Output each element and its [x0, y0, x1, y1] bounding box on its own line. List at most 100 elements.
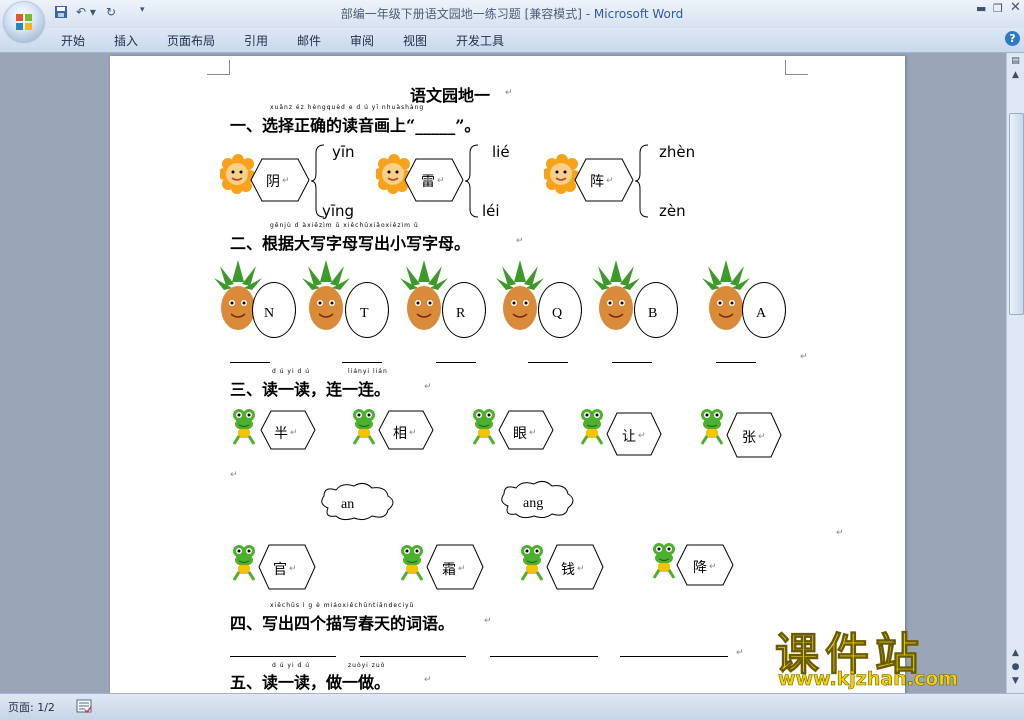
tab-home[interactable]: 开始: [61, 32, 85, 49]
next-page-icon[interactable]: ▼: [1009, 675, 1022, 687]
status-bar: 页面: 1/2: [0, 693, 1024, 719]
office-button[interactable]: [4, 2, 44, 42]
select-browse-object-icon[interactable]: ●: [1009, 661, 1022, 673]
section-5-heading: 五、读一读，做一做。: [230, 673, 391, 692]
pinyin-option: yīng: [322, 202, 355, 220]
pinyin-option: yīn: [332, 143, 355, 161]
page-indicator[interactable]: 页面: 1/2: [8, 699, 55, 715]
char-card[interactable]: 半: [274, 423, 288, 443]
frog-icon: [352, 409, 376, 445]
brace-icon: [464, 144, 479, 218]
tab-mailings[interactable]: 邮件: [297, 32, 321, 49]
restore-icon[interactable]: ❐: [993, 2, 1003, 15]
pinyin-annotation: xuǎnz éz hèngquèd e d ú yī nhuàshàng: [270, 104, 425, 111]
frog-icon: [232, 409, 256, 445]
frog-icon: [232, 545, 256, 581]
prev-page-icon[interactable]: ▲: [1009, 647, 1022, 659]
char-option: 阵: [590, 174, 604, 190]
paragraph-mark: ↵: [424, 675, 432, 685]
ruler-toggle-icon[interactable]: ▤: [1009, 55, 1022, 67]
pineapple-icon: [592, 260, 640, 330]
tab-review[interactable]: 审阅: [350, 32, 374, 49]
char-card[interactable]: 让: [622, 426, 636, 446]
pinyin-annotation: gēnjù d àxiězìm ǔ xiěchūxiǎoxiězìm ǔ: [270, 222, 419, 229]
paragraph-mark: ↵: [736, 648, 744, 658]
watermark-url: www.kjzhan.com: [778, 668, 959, 691]
pinyin-annotation: zuòyi zuò: [348, 662, 386, 669]
hexagon-frame: [250, 158, 310, 202]
tab-page-layout[interactable]: 页面布局: [167, 32, 215, 49]
help-icon[interactable]: ?: [1005, 31, 1020, 46]
uppercase-letter: Q: [552, 306, 563, 321]
answer-blank[interactable]: [342, 362, 382, 363]
ribbon-tabs: 开始 插入 页面布局 引用 邮件 审阅 视图 开发工具 ?: [0, 28, 1024, 53]
pinyin-option: léi: [482, 202, 500, 220]
scroll-thumb[interactable]: [1009, 113, 1024, 315]
paragraph-mark: ↵: [516, 236, 524, 246]
answer-blank[interactable]: [528, 362, 568, 363]
paragraph-mark: ↵: [409, 428, 417, 438]
pinyin-annotation: xiěchūs ì g è miáoxiěchūntiāndeciyǔ: [270, 602, 415, 609]
paragraph-mark: ↵: [289, 564, 297, 574]
section-4-heading: 四、写出四个描写春天的词语。: [230, 614, 455, 633]
answer-blank[interactable]: [620, 656, 728, 657]
vowel-cloud[interactable]: ang: [523, 496, 543, 512]
paragraph-mark: ↵: [458, 564, 466, 574]
answer-blank[interactable]: [490, 656, 598, 657]
char-card[interactable]: 钱: [561, 559, 575, 579]
pinyin-option: lié: [492, 143, 510, 161]
pineapple-icon: [302, 260, 350, 330]
margin-mark: [207, 60, 230, 75]
answer-blank[interactable]: [436, 362, 476, 363]
pinyin-annotation: d ú yi d ú: [272, 662, 311, 669]
close-icon[interactable]: ✕: [1010, 0, 1021, 15]
brace-icon: [634, 144, 649, 218]
pinyin-option: zèn: [659, 202, 686, 220]
answer-blank[interactable]: [360, 656, 466, 657]
char-card[interactable]: 降: [693, 557, 707, 577]
frog-icon: [700, 409, 724, 445]
tab-references[interactable]: 引用: [244, 32, 268, 49]
pineapple-icon: [400, 260, 448, 330]
answer-blank[interactable]: [716, 362, 756, 363]
tab-insert[interactable]: 插入: [114, 32, 138, 49]
char-card[interactable]: 相: [393, 423, 407, 443]
office-logo-icon: [16, 14, 32, 30]
pinyin-annotation: d ú yi d ú: [272, 368, 311, 375]
answer-blank[interactable]: [230, 656, 336, 657]
section-1-heading: 一、选择正确的读音画上“_____”。: [230, 116, 481, 135]
char-card[interactable]: 眼: [513, 423, 527, 443]
vowel-cloud[interactable]: an: [341, 497, 354, 513]
frog-icon: [472, 409, 496, 445]
char-card[interactable]: 霜: [442, 559, 456, 579]
cloud-shape: [321, 482, 394, 521]
pineapple-icon: [496, 260, 544, 330]
uppercase-letter: B: [648, 306, 658, 321]
paragraph-mark: ↵: [638, 431, 646, 441]
paragraph-mark: ↵: [758, 432, 766, 442]
paragraph-mark: ↵: [282, 176, 290, 186]
window-title: 部编一年级下册语文园地一练习题 [兼容模式] - Microsoft Word: [340, 7, 684, 21]
paragraph-mark: ↵: [577, 564, 585, 574]
vertical-scrollbar[interactable]: ▤ ▲ ▲ ● ▼: [1006, 53, 1024, 693]
paragraph-mark: ↵: [290, 428, 298, 438]
uppercase-letter: A: [756, 306, 767, 321]
paragraph-mark: ↵: [606, 176, 614, 186]
frog-icon: [652, 543, 676, 579]
paragraph-mark: ↵: [505, 88, 513, 98]
uppercase-letter: R: [456, 306, 466, 321]
tab-view[interactable]: 视图: [403, 32, 427, 49]
minimize-icon[interactable]: ▬: [976, 2, 986, 15]
scroll-up-icon[interactable]: ▲: [1009, 69, 1022, 81]
answer-blank[interactable]: [612, 362, 652, 363]
tab-developer[interactable]: 开发工具: [456, 32, 504, 49]
title-bar: ↶ ▾ ↻ ▾ 部编一年级下册语文园地一练习题 [兼容模式] - Microso…: [0, 0, 1024, 42]
proofing-icon[interactable]: [76, 699, 92, 713]
char-card[interactable]: 官: [273, 559, 287, 579]
answer-blank[interactable]: [230, 362, 270, 363]
paragraph-mark: ↵: [836, 528, 844, 538]
paragraph-mark: ↵: [437, 176, 445, 186]
hexagon-frame: [260, 410, 316, 450]
char-card[interactable]: 张: [742, 427, 756, 447]
frog-icon: [520, 545, 544, 581]
